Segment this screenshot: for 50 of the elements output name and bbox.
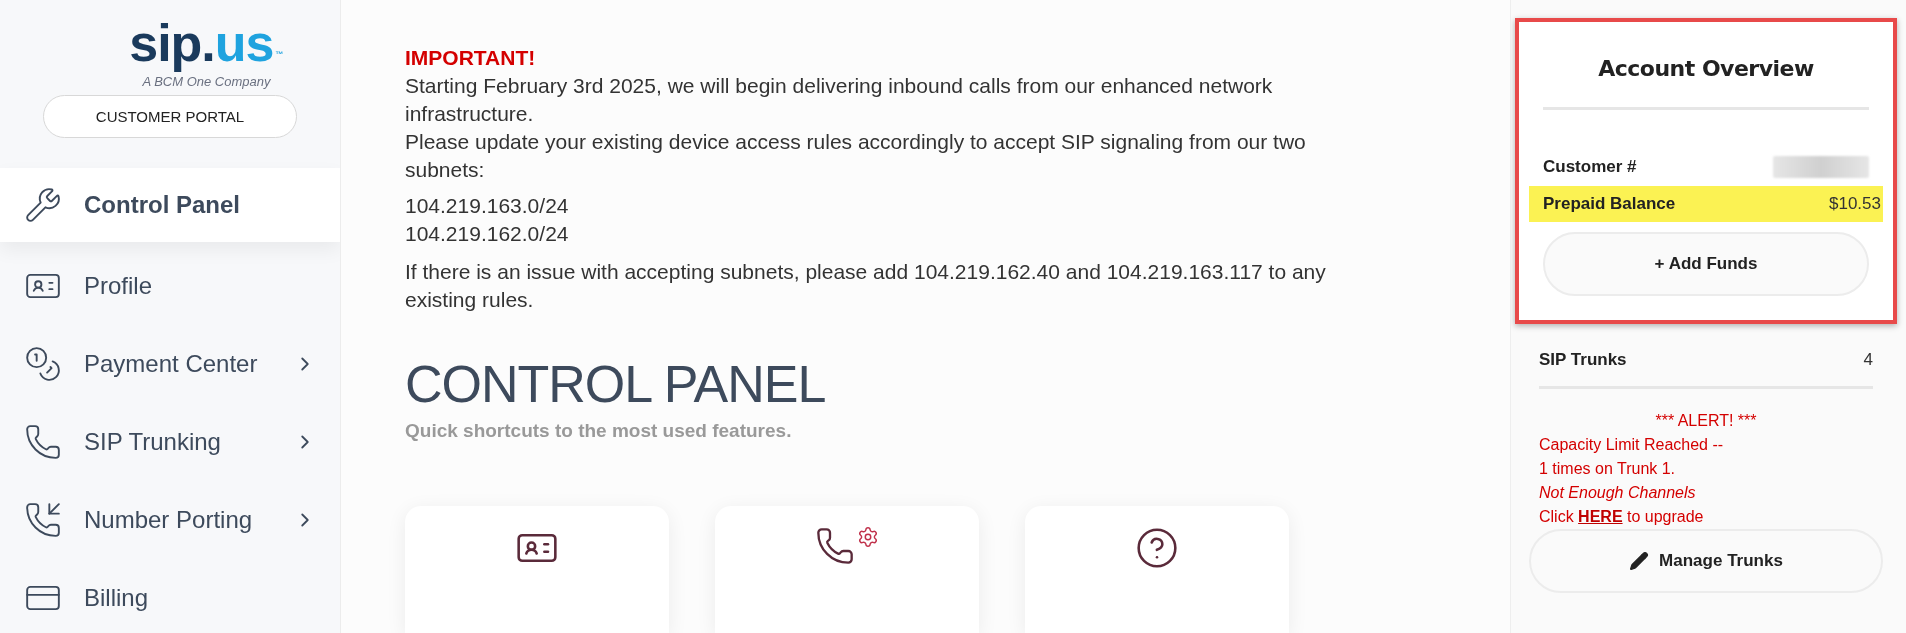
upgrade-notice: Click HERE to upgrade xyxy=(1539,507,1705,527)
gear-icon xyxy=(857,526,879,548)
sidebar-item[interactable]: Billing xyxy=(0,558,340,633)
sidebar-item[interactable]: Control Panel xyxy=(0,167,340,242)
alert-heading: *** ALERT! *** xyxy=(1654,411,1758,431)
logo-text: us xyxy=(214,14,274,74)
page-title: CONTROL PANEL xyxy=(405,354,827,414)
shortcut-card[interactable] xyxy=(405,506,669,633)
sidebar-item[interactable]: SIP Trunking xyxy=(0,402,340,481)
upgrade-link[interactable]: HERE xyxy=(1578,508,1623,525)
sidebar-item[interactable]: Payment Center xyxy=(0,324,340,403)
phone-icon xyxy=(24,422,62,461)
alert-text: Capacity Limit Reached -- xyxy=(1539,435,1725,455)
notice-text: If there is an issue with accepting subnets, please add 104.219.162.40 and 104.219.163.117 to any existing rules. xyxy=(405,259,1327,313)
sip-trunks-label: SIP Trunks xyxy=(1539,350,1627,370)
subnet-address: 104.219.163.0/24 xyxy=(405,193,570,219)
phone-icon xyxy=(815,526,855,566)
notice-title: IMPORTANT! xyxy=(405,45,537,71)
logo-tagline: A BCM One Company xyxy=(142,73,271,89)
sidebar-item-label: Profile xyxy=(84,271,154,300)
customer-portal-button[interactable]: CUSTOMER PORTAL xyxy=(43,94,297,138)
sidebar-item-label: Number Porting xyxy=(84,505,254,534)
balance-value: $10.53 xyxy=(1829,194,1881,214)
alert-text: Not Enough Channels xyxy=(1539,483,1697,503)
balance-label: Prepaid Balance xyxy=(1543,194,1676,214)
sidebar-item-label: Control Panel xyxy=(84,190,241,219)
subnet-address: 104.219.162.0/24 xyxy=(405,221,570,247)
page-subtitle: Quick shortcuts to the most used features. xyxy=(405,420,793,442)
logo-text: sip. xyxy=(129,14,215,74)
notice-text: Please update your existing device access rules accordingly to accept SIP signaling from our two subnets: xyxy=(405,129,1307,183)
sidebar-item[interactable]: Profile xyxy=(0,246,340,325)
alert-text: 1 times on Trunk 1. xyxy=(1539,459,1677,479)
shortcut-card[interactable] xyxy=(1025,506,1289,633)
notice-text: Starting February 3rd 2025, we will begin delivering inbound calls from our enhanced network infrastructure. xyxy=(405,73,1274,127)
sidebar-item-label: Payment Center xyxy=(84,349,259,378)
sidebar-item-label: Billing xyxy=(84,583,150,612)
shortcut-card[interactable] xyxy=(715,506,979,633)
sip-trunks-count: 4 xyxy=(1863,350,1873,370)
help-icon xyxy=(1135,526,1179,570)
phone-incoming-icon xyxy=(24,500,62,539)
wrench-icon xyxy=(24,185,62,224)
add-funds-button[interactable]: + Add Funds xyxy=(1543,232,1869,296)
sidebar-item-label: SIP Trunking xyxy=(84,427,222,456)
card-title: Account Overview xyxy=(1597,56,1815,81)
sidebar-item[interactable]: Number Porting xyxy=(0,480,340,559)
pencil-icon xyxy=(1629,551,1650,571)
customer-number-label: Customer # xyxy=(1543,157,1637,177)
manage-trunks-button[interactable]: Manage Trunks xyxy=(1529,529,1883,593)
coins-icon xyxy=(24,344,62,383)
trademark-sign: ™ xyxy=(275,50,283,60)
